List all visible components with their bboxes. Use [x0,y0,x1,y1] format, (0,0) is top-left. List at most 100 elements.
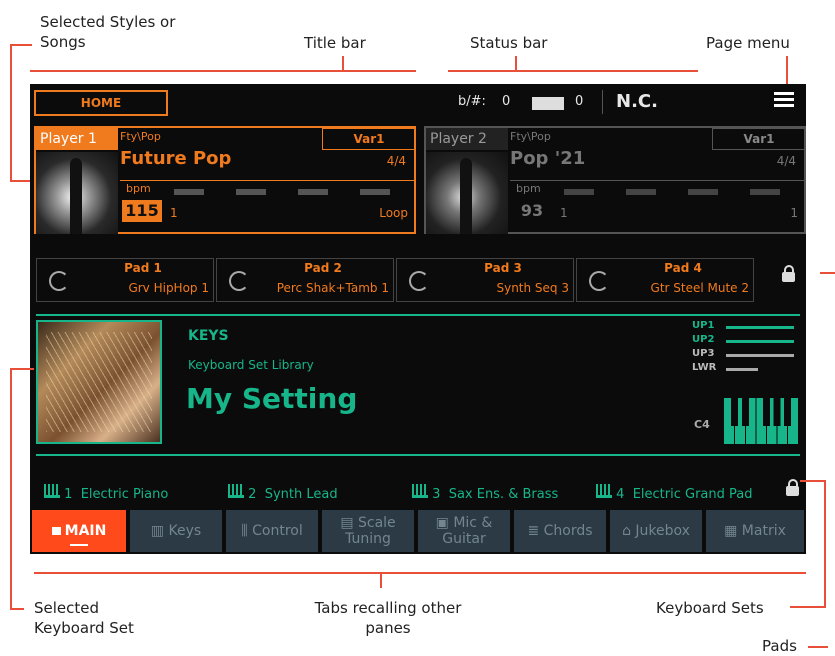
layer-lwr-label: LWR [692,362,717,373]
annotation-title-bar: Title bar [304,34,366,52]
lock-shackle [788,479,798,488]
player-1-beat-bar [360,189,390,195]
pad-2[interactable]: Pad 2 Perc Shak+Tamb 1 [216,258,394,302]
callout-line [448,70,698,72]
callout-line [30,70,416,72]
callout-line [808,646,828,648]
jukebox-icon: ⌂ [622,523,636,539]
keyboard-set-library: Keyboard Set Library [188,358,314,372]
keyboard-set-slot-4[interactable]: 4 Electric Grand Pad [596,484,752,505]
sliders-icon: ⫼ [241,523,253,539]
keyboard-set-slot-name: Sax Ens. & Brass [448,487,559,502]
callout-line [10,608,24,610]
pad-3[interactable]: Pad 3 Synth Seq 3 [396,258,574,302]
mini-keyboard-icon [44,484,60,498]
player-2-variation[interactable]: Var1 [712,128,806,150]
player-1-meter: 4/4 [386,154,406,168]
player-2-bpm-label: bpm [516,182,541,195]
transpose-label: b/#: [458,94,486,109]
player-1-tag[interactable]: Player 1 [36,128,118,150]
callout-line [10,368,12,610]
annotation-status-bar: Status bar [470,34,548,52]
player-1-info: Fty\Pop Var1 Future Pop 4/4 bpm 115 1 Lo… [120,128,416,232]
singer-silhouette [70,158,82,234]
player-1-divider [120,180,414,181]
tab-mic-guitar[interactable]: ▣ Mic & Guitar [418,510,510,552]
pad-title: Pad 3 [484,261,522,275]
mini-keyboard-icon [412,484,428,498]
tab-matrix[interactable]: ▦ Matrix [706,510,804,552]
callout-line [824,480,826,608]
keyboard-diagram-icon [724,398,798,444]
pad-title: Pad 2 [304,261,342,275]
layer-up3-bar [726,354,794,357]
mini-keyboard-icon [228,484,244,498]
refresh-icon [49,271,69,291]
layer-up1-label: UP1 [692,320,715,331]
layer-up1-bar [726,326,794,329]
keyboard-set-slot-2[interactable]: 2 Synth Lead [228,484,338,505]
mic-icon: ▣ [435,515,454,531]
keyboard-set-slot-name: Synth Lead [264,487,338,502]
annotation-page-menu: Page menu [706,34,790,52]
pad-title: Pad 1 [124,261,162,275]
keyboard-sets-lock-icon[interactable] [786,479,799,496]
callout-line [10,44,32,46]
layer-up2-bar [726,340,794,343]
tab-control[interactable]: ⫼ Control [226,510,318,552]
callout-line [820,272,835,274]
callout-line [790,606,826,608]
chord-display: N.C. [616,91,658,112]
octave-value: 0 [575,94,584,109]
player-2-meter: 4/4 [776,154,796,168]
transpose-value: 0 [502,94,511,109]
player-1-variation[interactable]: Var1 [322,128,416,150]
player-2-measure-end: 1 [790,206,798,220]
status-divider [602,90,603,114]
callout-line [515,56,517,71]
refresh-icon [229,271,249,291]
tab-jukebox[interactable]: ⌂ Jukebox [610,510,702,552]
refresh-icon [589,271,609,291]
annotation-tabs: Tabs recalling other panes [314,599,462,637]
callout-line [342,56,344,71]
tab-keys[interactable]: ▥ Keys [130,510,222,552]
player-1-mode: Loop [379,206,408,220]
pads-lock-icon[interactable] [782,265,795,282]
player-2-beat-bar [564,189,594,195]
layer-lwr-bar [726,368,758,371]
player-2-style-image [426,152,508,234]
keys-icon: ▥ [150,523,169,539]
pad-4[interactable]: Pad 4 Gtr Steel Mute 2 [576,258,754,302]
matrix-icon: ▦ [724,523,742,539]
home-button[interactable]: HOME [34,90,168,116]
player-1-style-image [36,152,118,234]
pad-name: Grv HipHop 1 [128,281,209,295]
page-menu-icon[interactable] [774,92,794,110]
player-1-panel[interactable]: Player 1 Fty\Pop Var1 Future Pop 4/4 bpm… [34,126,416,234]
pad-title: Pad 4 [664,261,702,275]
player-1-category: Fty\Pop [120,130,161,143]
singer-silhouette [460,158,472,234]
player-1-style-name: Future Pop [120,148,232,169]
split-note: C4 [694,418,710,431]
annotation-selected-styles: Selected Styles or Songs [40,13,176,51]
pad-1[interactable]: Pad 1 Grv HipHop 1 [36,258,214,302]
layer-up3-label: UP3 [692,348,715,359]
player-2-tag[interactable]: Player 2 [426,128,508,150]
tab-main[interactable]: MAIN [32,510,126,552]
refresh-icon [409,271,429,291]
tab-scale-tuning[interactable]: ▤ Scale Tuning [322,510,414,552]
player-2-panel[interactable]: Player 2 Fty\Pop Var1 Pop '21 4/4 bpm 93… [424,126,806,234]
scale-icon: ▤ [340,515,358,531]
player-1-bpm-value[interactable]: 115 [122,200,162,222]
player-2-bpm-value[interactable]: 93 [512,200,552,222]
keyboard-set-slot-1[interactable]: 1 Electric Piano [44,484,168,505]
callout-line [800,480,826,482]
keyboard-set-slot-3[interactable]: 3 Sax Ens. & Brass [412,484,558,505]
callout-line [10,44,12,180]
keyboard-set-image[interactable] [36,320,162,444]
pad-name: Synth Seq 3 [496,281,569,295]
player-2-info: Fty\Pop Var1 Pop '21 4/4 bpm 93 1 1 [510,128,806,232]
tab-chords[interactable]: ≣ Chords [514,510,606,552]
